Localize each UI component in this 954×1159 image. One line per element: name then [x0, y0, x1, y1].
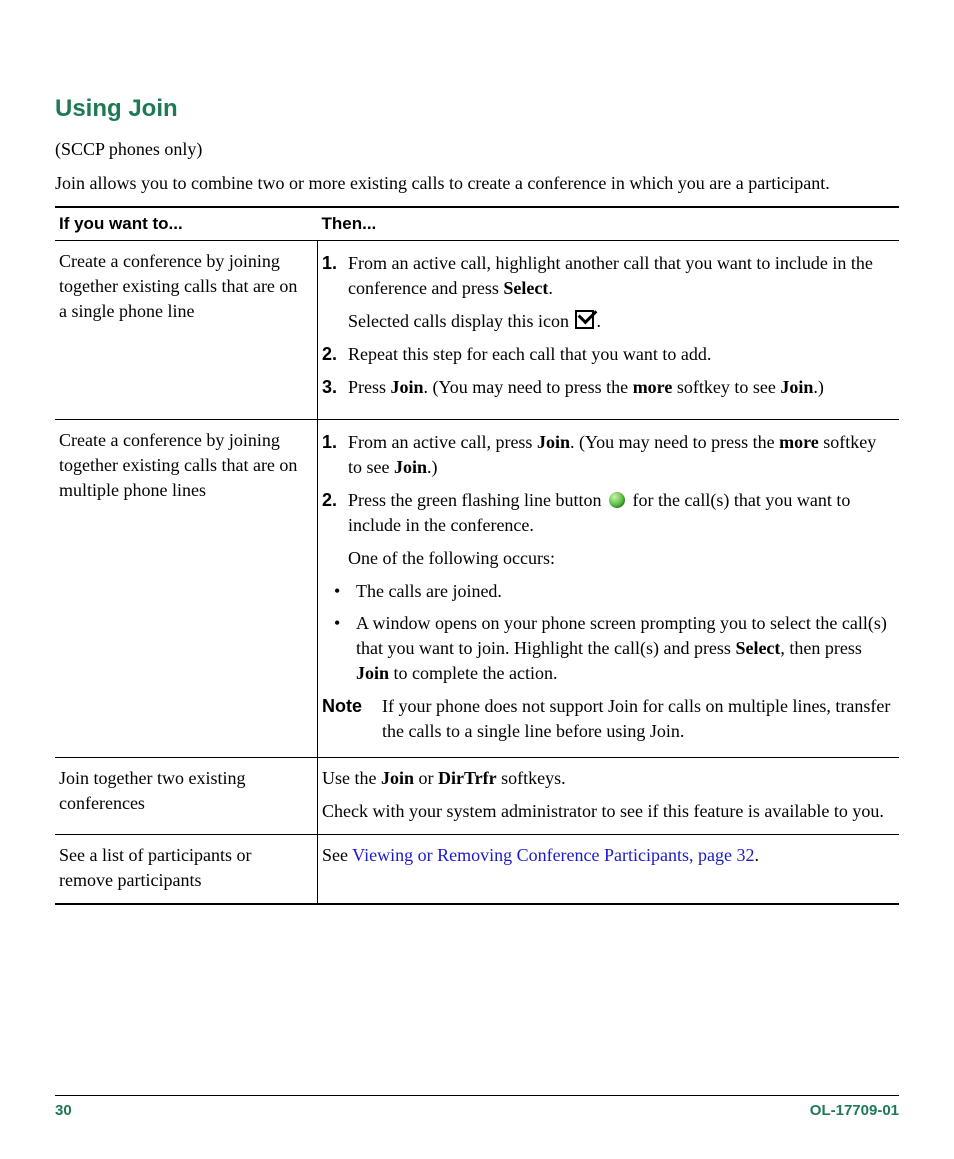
row4-goal: See a list of participants or remove par…: [55, 834, 318, 904]
note: Note If your phone does not support Join…: [322, 694, 893, 744]
selected-call-icon: [575, 310, 594, 329]
bullet-item: • A window opens on your phone screen pr…: [334, 611, 893, 687]
instructions-table: If you want to... Then... Create a confe…: [55, 206, 899, 906]
bullet-item: • The calls are joined.: [334, 579, 893, 604]
note-label: Note: [322, 694, 382, 719]
step-number: 2.: [322, 342, 348, 367]
row2-goal: Create a conference by joining together …: [55, 419, 318, 757]
row3-goal: Join together two existing conferences: [55, 757, 318, 834]
intro-note: (SCCP phones only): [55, 137, 899, 161]
intro-paragraph: Join allows you to combine two or more e…: [55, 171, 899, 195]
step-text: Press Join. (You may need to press the m…: [348, 375, 893, 400]
step-text: Press the green flashing line button for…: [348, 488, 893, 538]
crossref-link[interactable]: Viewing or Removing Conference Participa…: [352, 845, 754, 865]
step-subtext: Selected calls display this icon .: [348, 309, 893, 334]
row1-steps: 1. From an active call, highlight anothe…: [318, 240, 900, 419]
document-id: OL-17709-01: [810, 1102, 899, 1119]
step-subtext: One of the following occurs:: [348, 546, 893, 571]
step-number: 2.: [322, 488, 348, 513]
step-text: From an active call, highlight another c…: [348, 251, 893, 301]
table-row: Create a conference by joining together …: [55, 240, 899, 419]
row3-steps: Use the Join or DirTrfr softkeys. Check …: [318, 757, 900, 834]
step-text: From an active call, press Join. (You ma…: [348, 430, 893, 480]
page-footer: 30 OL-17709-01: [55, 1095, 899, 1119]
section-heading: Using Join: [55, 95, 899, 123]
step-number: 1.: [322, 251, 348, 276]
step-text: Repeat this step for each call that you …: [348, 342, 893, 367]
note-text: If your phone does not support Join for …: [382, 694, 893, 744]
step-number: 1.: [322, 430, 348, 455]
table-row: Join together two existing conferences U…: [55, 757, 899, 834]
table-row: See a list of participants or remove par…: [55, 834, 899, 904]
row2-steps: 1. From an active call, press Join. (You…: [318, 419, 900, 757]
row1-goal: Create a conference by joining together …: [55, 240, 318, 419]
th-then: Then...: [318, 207, 900, 241]
line-button-icon: [609, 492, 625, 508]
row4-steps: See Viewing or Removing Conference Parti…: [318, 834, 900, 904]
table-row: Create a conference by joining together …: [55, 419, 899, 757]
step-number: 3.: [322, 375, 348, 400]
document-page: Using Join (SCCP phones only) Join allow…: [0, 0, 954, 1159]
page-number: 30: [55, 1102, 72, 1119]
th-want: If you want to...: [55, 207, 318, 241]
